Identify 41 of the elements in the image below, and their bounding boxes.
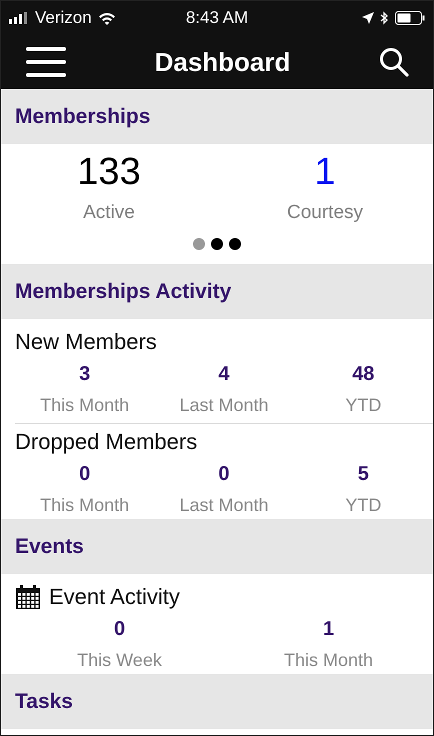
stat-label: This Week [77,650,162,671]
stat-value: 0 [79,463,90,486]
stat-label: This Month [40,495,130,516]
carrier-name: Verizon [35,8,92,28]
section-header: Memberships [1,89,433,144]
location-icon [362,12,374,24]
stat-label: This Month [284,650,374,671]
calendar-icon [15,584,41,610]
search-icon[interactable] [379,47,409,77]
membership-label: Courtesy [286,202,364,224]
signal-icon [9,12,29,24]
bluetooth-icon [380,11,389,25]
stat-value: 48 [352,363,374,386]
screen-title: Dashboard [154,46,290,78]
section-header: Memberships Activity [1,264,433,319]
status-time: 8:43 AM [186,8,248,28]
membership-label: Active [83,202,135,224]
page-dot[interactable] [229,238,241,250]
membership-count: 1 [314,150,336,195]
stat-value: 4 [218,363,230,386]
stat-label: YTD [345,395,382,416]
menu-icon[interactable] [26,47,66,77]
stat-value: 5 [358,463,369,486]
stat-value: 3 [79,363,90,386]
page-dot[interactable] [193,238,205,250]
section-header: Tasks [1,674,433,729]
group-title: Event Activity [49,584,180,610]
wifi-icon [98,12,116,24]
stat-value: 0 [218,463,230,486]
stat-value: 0 [114,618,126,641]
section-header: Events [1,519,433,574]
membership-count: 133 [77,150,141,195]
stat-label: Last Month [179,395,269,416]
group-title: New Members [15,329,157,355]
group-title: Dropped Members [15,429,198,455]
stat-value: 1 [322,618,334,641]
stat-label: This Month [40,395,130,416]
stat-label: YTD [345,495,382,516]
battery-icon [395,11,425,25]
page-dot[interactable] [211,238,223,250]
stat-label: Last Month [179,495,269,516]
